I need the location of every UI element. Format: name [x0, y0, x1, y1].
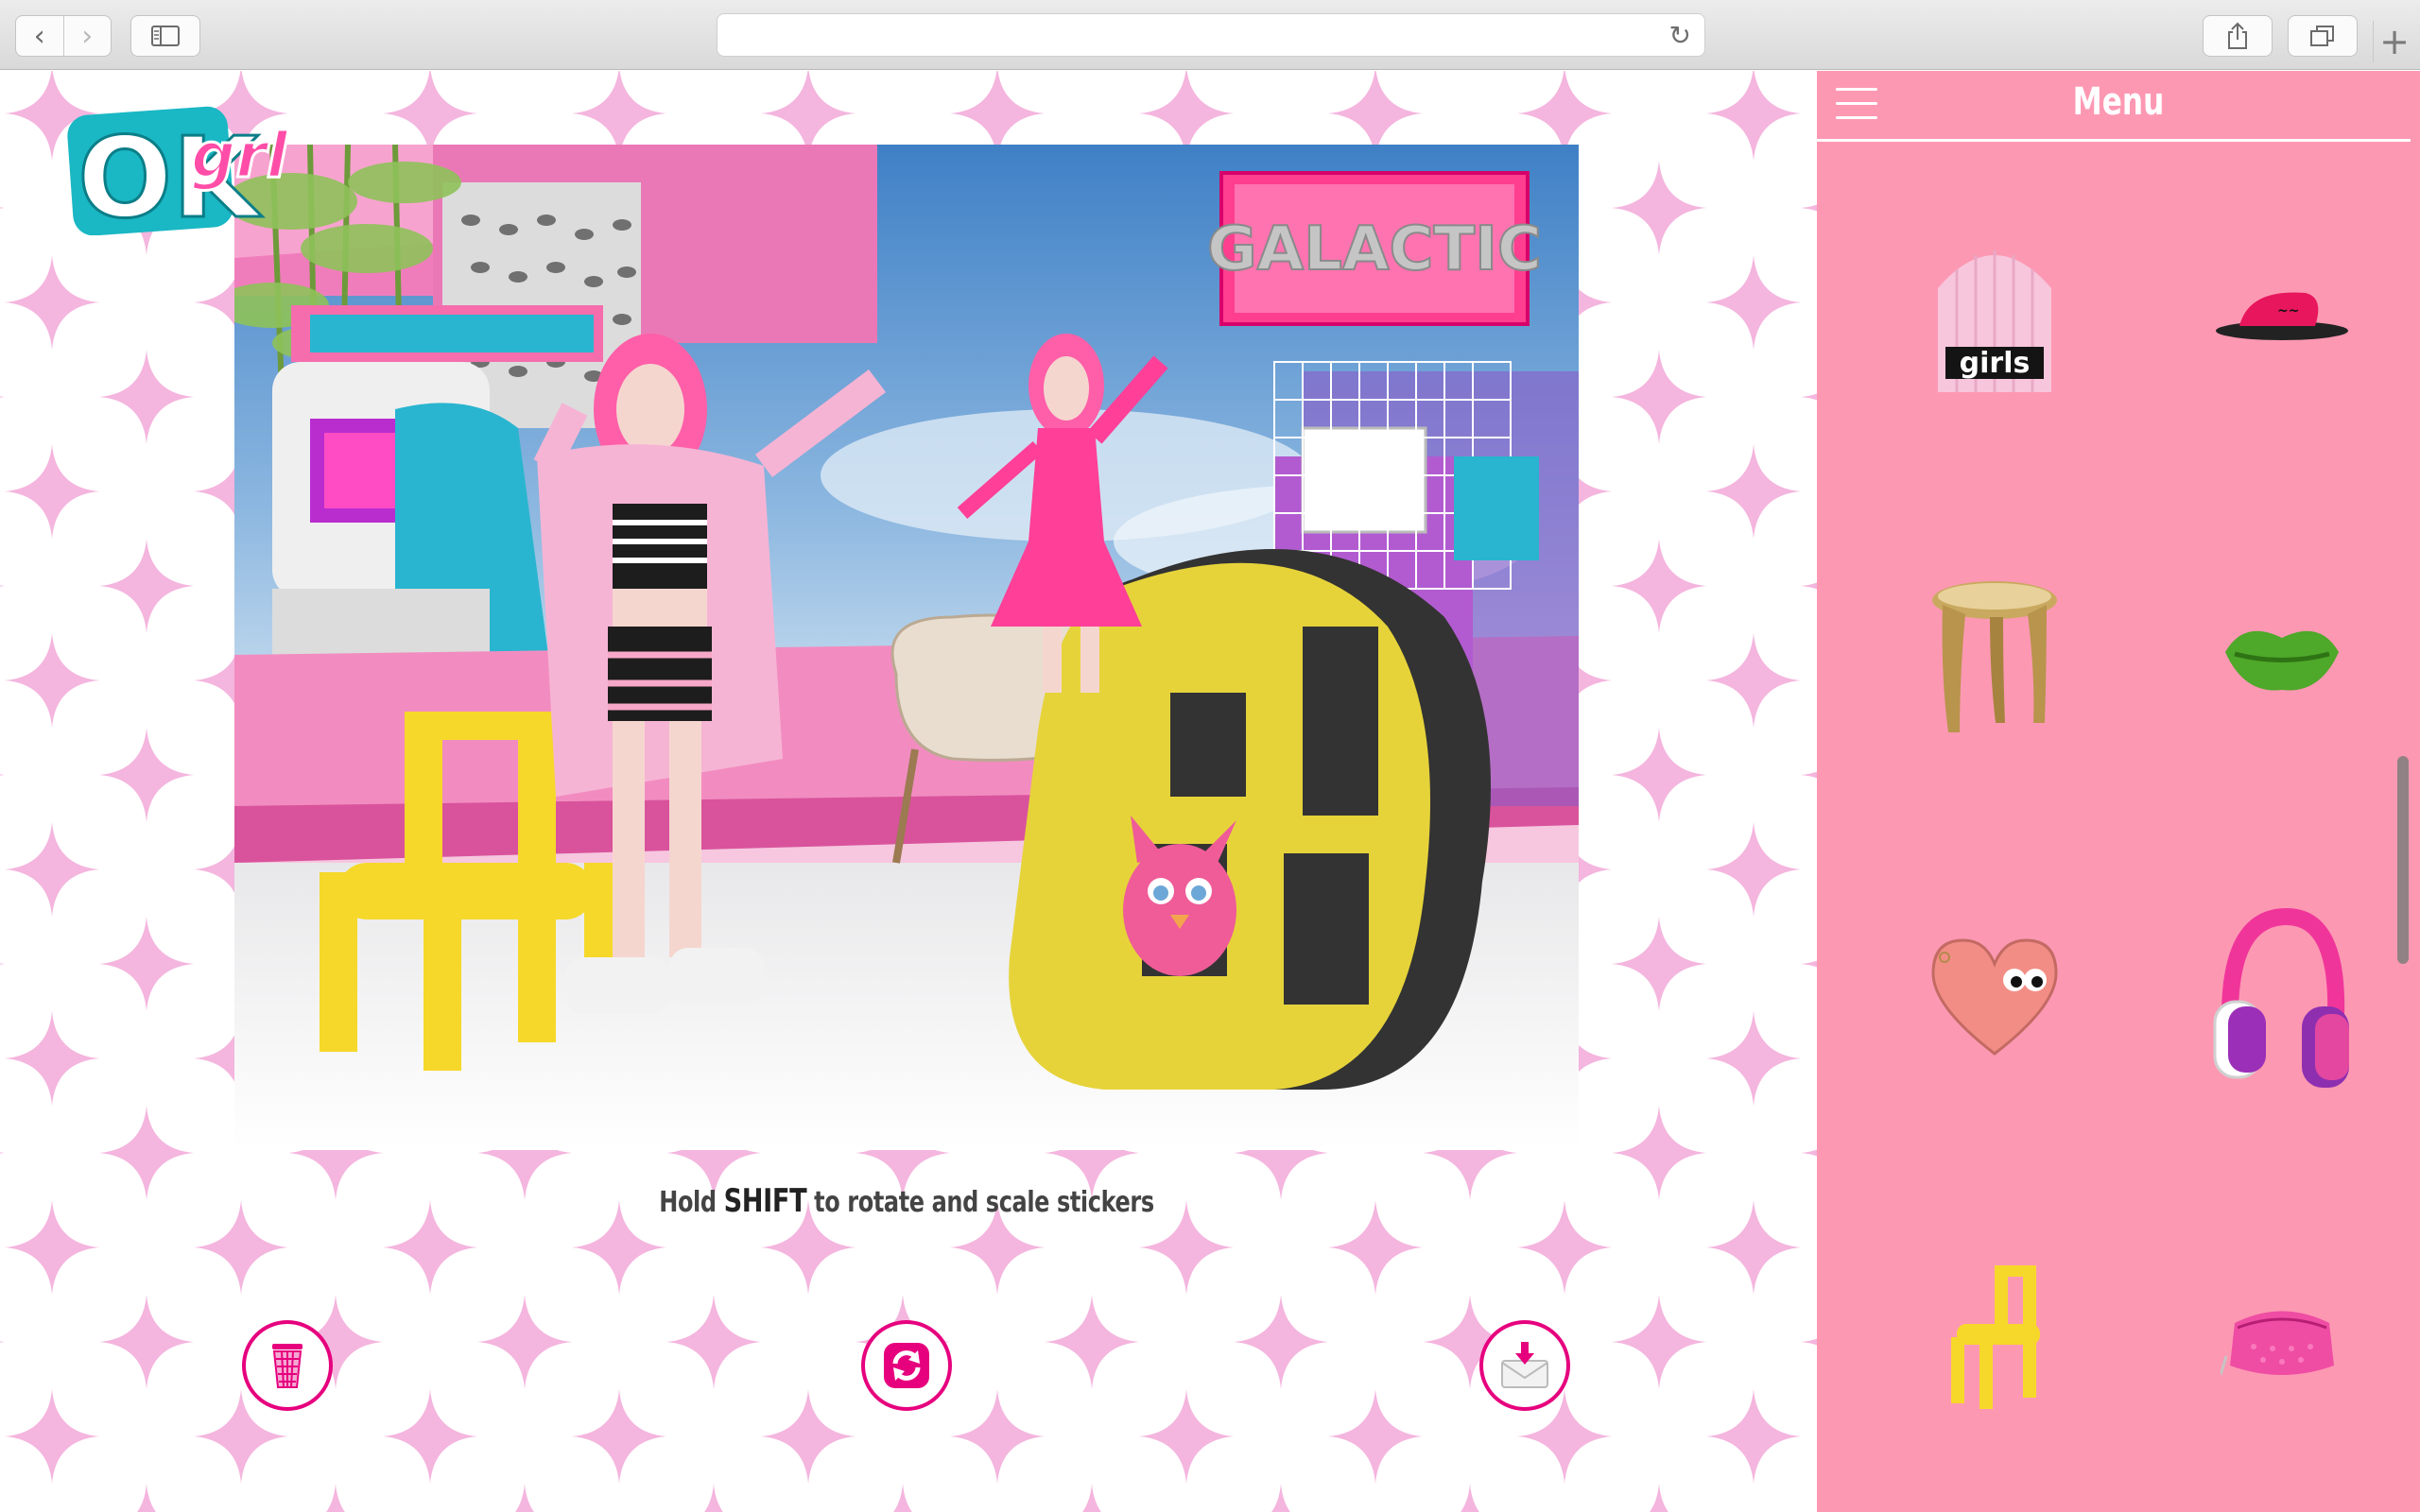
share-icon [2228, 22, 2247, 49]
trash-icon [272, 1344, 302, 1388]
sticker-gold-stool[interactable] [1900, 562, 2089, 751]
instruction-text: Hold SHIFT to rotate and scale stickers [369, 1182, 1444, 1220]
heart-purse-icon [1931, 938, 2058, 1056]
hint-key: SHIFT [723, 1182, 807, 1220]
beanie-icon: girls [1938, 250, 2051, 392]
hint-prefix: Hold [659, 1186, 724, 1219]
sticker-canvas[interactable]: GALACTIC [234, 145, 1579, 1150]
share-button[interactable] [2203, 15, 2273, 57]
download-mail-icon [1501, 1342, 1548, 1388]
sticker-girls-beanie[interactable]: girls [1900, 222, 2089, 411]
hint-suffix: to rotate and scale stickers [806, 1186, 1154, 1219]
panel-scrollbar[interactable] [2397, 756, 2409, 964]
save-email-button[interactable] [1479, 1320, 1570, 1411]
reload-icon[interactable]: ↻ [1669, 20, 1691, 51]
menu-title[interactable]: Menu [1883, 80, 2354, 124]
chevron-right-icon: › [81, 19, 94, 53]
sidebar-icon [151, 26, 180, 46]
sticker-yellow-chair[interactable] [1900, 1243, 2089, 1432]
scene-illustration: GALACTIC [234, 145, 1579, 1150]
refresh-icon [884, 1343, 929, 1388]
new-tab-button[interactable]: + [2373, 21, 2415, 62]
reset-scene-button[interactable] [861, 1320, 952, 1411]
lips-icon [2225, 630, 2339, 691]
chair-icon [1951, 1265, 2040, 1409]
address-bar[interactable]: ↻ [717, 13, 1705, 57]
galactic-sign-text: GALACTIC [1207, 215, 1542, 284]
show-tabs-button[interactable] [2288, 15, 2358, 57]
nav-buttons: ‹ › [15, 15, 112, 57]
sticker-headphones[interactable] [2187, 902, 2377, 1091]
okgrl-logo[interactable]: OK grl [66, 103, 314, 235]
tabs-icon [2310, 26, 2334, 46]
sticker-pink-pouch[interactable] [2187, 1243, 2377, 1432]
sandal-icon: ~~ [2216, 292, 2348, 340]
chevron-left-icon: ‹ [33, 19, 45, 53]
hamburger-menu-icon[interactable] [1836, 88, 1877, 122]
sticker-panel: Menu girls ~~ [1817, 71, 2420, 1512]
sticker-heart-purse[interactable] [1900, 902, 2089, 1091]
plus-icon: + [2379, 21, 2410, 62]
svg-text:~~: ~~ [2277, 303, 2299, 318]
galactic-sign: GALACTIC [1206, 171, 1543, 326]
sticker-green-lips[interactable] [2187, 562, 2377, 751]
beanie-label: girls [1960, 347, 2031, 380]
pouch-icon [2221, 1311, 2334, 1376]
headphones-icon [2213, 907, 2349, 1088]
logo-sub-text: grl [191, 119, 289, 192]
forward-button[interactable]: › [62, 16, 112, 56]
clear-stickers-button[interactable] [242, 1320, 333, 1411]
panel-header: Menu [1817, 71, 2411, 142]
sticker-slide-sandal[interactable]: ~~ [2187, 222, 2377, 411]
browser-toolbar: ‹ › ↻ + [0, 0, 2420, 70]
sidebar-toggle-button[interactable] [130, 15, 200, 57]
stool-icon [1932, 581, 2057, 732]
back-button[interactable]: ‹ [16, 16, 63, 56]
page-content: GALACTIC OK grl Hold SHIFT to rotate and… [0, 71, 1817, 1512]
